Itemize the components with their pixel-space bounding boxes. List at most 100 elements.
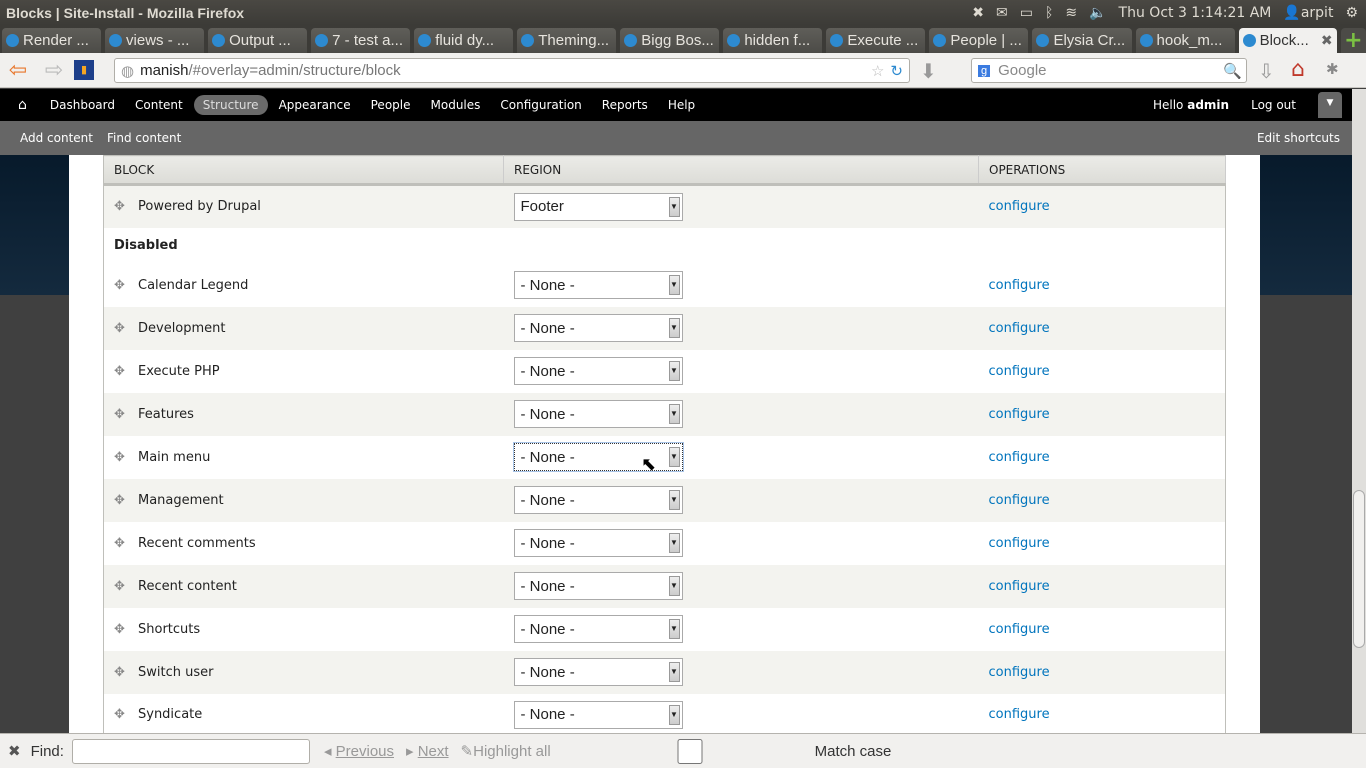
configure-link[interactable]: configure xyxy=(989,199,1050,214)
browser-tab[interactable]: Block... ✖ xyxy=(1238,28,1337,53)
find-next-button[interactable]: ▸ Next xyxy=(406,742,449,760)
browser-tab[interactable]: 7 - test a... xyxy=(311,28,411,53)
region-select[interactable]: - None - ▼ xyxy=(513,314,683,342)
admin-menu-help[interactable]: Help xyxy=(659,95,704,115)
back-button[interactable]: ⇦ xyxy=(0,58,36,83)
configure-link[interactable]: configure xyxy=(989,450,1050,465)
browser-tab[interactable]: fluid dy... xyxy=(414,28,514,53)
scrollbar-thumb[interactable] xyxy=(1353,490,1365,648)
match-case-input[interactable] xyxy=(570,738,809,764)
find-input[interactable] xyxy=(71,738,310,764)
region-select[interactable]: - None - ▼ xyxy=(513,486,683,514)
browser-tab[interactable]: Output ... xyxy=(208,28,308,53)
region-select[interactable]: - None - ▼ xyxy=(513,615,683,643)
browser-tab[interactable]: hidden f... xyxy=(723,28,823,53)
download-status-icon[interactable]: ⬇ xyxy=(920,59,937,83)
close-tab-icon[interactable]: ✖ xyxy=(1321,32,1333,49)
configure-link[interactable]: configure xyxy=(989,665,1050,680)
configure-link[interactable]: configure xyxy=(989,707,1050,722)
home-icon[interactable]: ⌂ xyxy=(1291,57,1305,82)
drag-handle-icon[interactable]: ✥ xyxy=(114,707,126,722)
power-icon[interactable]: ⚙ xyxy=(1345,5,1358,21)
region-cell: - None - ▼ xyxy=(503,392,979,436)
dropdown-arrow-icon: ▼ xyxy=(668,619,680,639)
wifi-icon[interactable]: ≋ xyxy=(1065,5,1077,21)
browser-tab[interactable]: views - ... xyxy=(105,28,205,53)
region-select[interactable]: - None - ▼ xyxy=(513,658,683,686)
drag-handle-icon[interactable]: ✥ xyxy=(114,199,126,214)
close-findbar-icon[interactable]: ✖ xyxy=(8,742,21,760)
admin-menu-configuration[interactable]: Configuration xyxy=(491,95,590,115)
region-select[interactable]: - None - ▼ xyxy=(513,572,683,600)
region-select[interactable]: - None - ▼ xyxy=(513,271,683,299)
drag-handle-icon[interactable]: ✥ xyxy=(114,321,126,336)
search-box[interactable]: g Google 🔍 xyxy=(971,58,1247,83)
browser-tab[interactable]: People | ... xyxy=(929,28,1029,53)
new-tab-button[interactable]: + xyxy=(1340,28,1366,53)
highlight-all-button[interactable]: ✎Highlight all xyxy=(461,742,551,760)
drag-handle-icon[interactable]: ✥ xyxy=(114,407,126,422)
admin-menu-modules[interactable]: Modules xyxy=(422,95,490,115)
drag-handle-icon[interactable]: ✥ xyxy=(114,536,126,551)
firebug-icon[interactable]: ✱ xyxy=(1326,60,1339,78)
url-bar[interactable]: ◍ manish/#overlay=admin/structure/block … xyxy=(114,58,910,83)
bookmark-star-icon[interactable]: ☆ xyxy=(871,62,884,80)
admin-menu-content[interactable]: Content xyxy=(126,95,192,115)
configure-link[interactable]: configure xyxy=(989,493,1050,508)
google-icon[interactable]: g xyxy=(978,64,991,77)
drag-handle-icon[interactable]: ✥ xyxy=(114,665,126,680)
browser-tab[interactable]: Execute ... xyxy=(826,28,926,53)
configure-link[interactable]: configure xyxy=(989,407,1050,422)
admin-menu-appearance[interactable]: Appearance xyxy=(270,95,360,115)
drag-handle-icon[interactable]: ✥ xyxy=(114,579,126,594)
browser-tab[interactable]: Render ... xyxy=(2,28,102,53)
drag-handle-icon[interactable]: ✥ xyxy=(114,622,126,637)
dropbox-icon[interactable]: ✖ xyxy=(972,5,984,21)
region-select[interactable]: - None - ▼ xyxy=(512,442,684,472)
region-select[interactable]: Footer ▼ xyxy=(513,192,683,221)
browser-tab[interactable]: Bigg Bos... xyxy=(620,28,720,53)
battery-icon[interactable]: ▭ xyxy=(1020,5,1033,21)
edit-shortcuts-link[interactable]: Edit shortcuts xyxy=(1257,131,1340,145)
configure-link[interactable]: configure xyxy=(989,622,1050,637)
configure-link[interactable]: configure xyxy=(989,321,1050,336)
bluetooth-icon[interactable]: ᛒ xyxy=(1045,5,1053,21)
region-select[interactable]: - None - ▼ xyxy=(513,529,683,557)
region-select[interactable]: - None - ▼ xyxy=(513,400,683,428)
user-menu[interactable]: 👤arpit xyxy=(1283,5,1333,21)
drag-handle-icon[interactable]: ✥ xyxy=(114,278,126,293)
shortcut-add-content[interactable]: Add content xyxy=(0,131,93,145)
admin-menu-structure[interactable]: Structure xyxy=(193,95,268,115)
clock[interactable]: Thu Oct 3 1:14:21 AM xyxy=(1119,5,1272,21)
username[interactable]: admin xyxy=(1187,98,1229,112)
admin-menu-people[interactable]: People xyxy=(362,95,420,115)
configure-link[interactable]: configure xyxy=(989,579,1050,594)
admin-menu-reports[interactable]: Reports xyxy=(593,95,657,115)
region-select[interactable]: - None - ▼ xyxy=(513,700,683,729)
browser-tab[interactable]: Theming... xyxy=(517,28,617,53)
configure-link[interactable]: configure xyxy=(989,364,1050,379)
block-row: ✥ Main menu - None - ▼ configure xyxy=(104,436,1226,479)
match-case-checkbox[interactable]: Match case xyxy=(563,738,891,764)
logout-link[interactable]: Log out xyxy=(1251,98,1296,112)
configure-link[interactable]: configure xyxy=(989,536,1050,551)
home-icon[interactable]: ⌂ xyxy=(0,97,41,113)
addon-icon[interactable]: ▮ xyxy=(74,60,94,80)
browser-tab[interactable]: hook_m... xyxy=(1135,28,1235,53)
downloads-icon[interactable]: ⇩ xyxy=(1258,59,1275,83)
reload-icon[interactable]: ↻ xyxy=(890,62,903,80)
mail-icon[interactable]: ✉ xyxy=(996,5,1008,21)
search-icon[interactable]: 🔍 xyxy=(1223,62,1242,80)
region-select[interactable]: - None - ▼ xyxy=(513,357,683,385)
shortcut-find-content[interactable]: Find content xyxy=(93,131,181,145)
drag-handle-icon[interactable]: ✥ xyxy=(114,493,126,508)
drag-handle-icon[interactable]: ✥ xyxy=(114,364,126,379)
browser-tab[interactable]: Elysia Cr... xyxy=(1032,28,1132,53)
volume-icon[interactable]: 🔈 xyxy=(1089,5,1106,21)
toggle-shortcuts-button[interactable]: ▼ xyxy=(1318,92,1342,118)
admin-menu-dashboard[interactable]: Dashboard xyxy=(41,95,124,115)
find-previous-button[interactable]: ◂ Previous xyxy=(324,742,394,760)
configure-link[interactable]: configure xyxy=(989,278,1050,293)
forward-button[interactable]: ⇨ xyxy=(36,58,72,83)
drag-handle-icon[interactable]: ✥ xyxy=(114,450,126,465)
